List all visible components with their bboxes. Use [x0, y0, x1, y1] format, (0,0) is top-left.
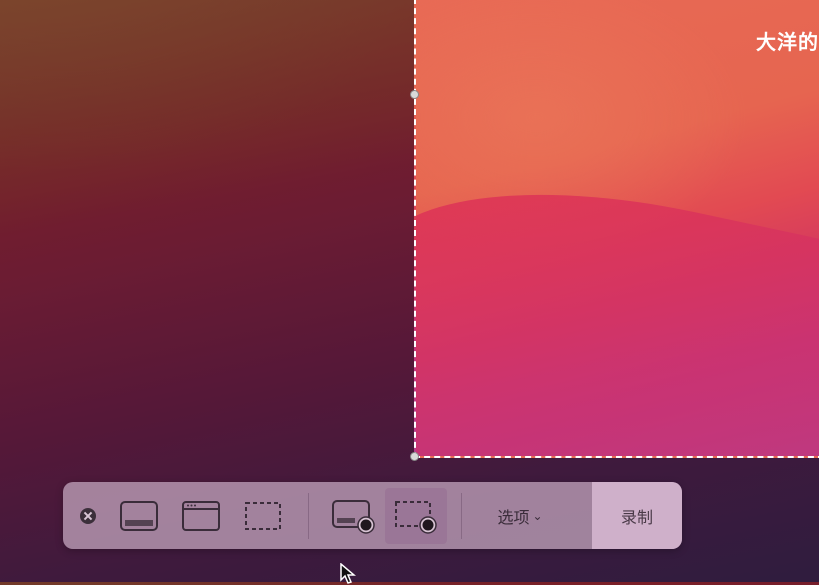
- record-label: 录制: [620, 507, 653, 527]
- chevron-down-icon: ⌄: [532, 508, 543, 523]
- selection-record-icon: [395, 500, 437, 534]
- selection-capture-icon: [245, 501, 281, 530]
- capture-selection-region[interactable]: [414, 0, 819, 458]
- screenshot-toolbar: 选项 ⌄ 录制: [63, 482, 682, 549]
- record-button[interactable]: 录制: [592, 482, 682, 549]
- screen-capture-icon: [120, 500, 158, 531]
- close-icon[interactable]: [80, 507, 96, 524]
- window-capture-icon: [182, 500, 220, 531]
- record-entire-screen-button[interactable]: [323, 488, 385, 544]
- selection-handle-left-middle[interactable]: [410, 90, 419, 99]
- options-label: 选项: [497, 507, 530, 527]
- capture-window-button[interactable]: [170, 488, 232, 544]
- selection-handle-bottom-left[interactable]: [410, 452, 419, 461]
- wallpaper-dimmed-area: [0, 0, 420, 240]
- options-menu-button[interactable]: 选项 ⌄: [462, 482, 578, 549]
- capture-selection-button[interactable]: [232, 488, 294, 544]
- capture-entire-screen-button[interactable]: [108, 488, 170, 544]
- screen-record-icon: [332, 499, 375, 534]
- toolbar-divider: [308, 492, 309, 539]
- watermark-text: 大洋的: [756, 30, 819, 54]
- record-selection-button[interactable]: [385, 487, 447, 544]
